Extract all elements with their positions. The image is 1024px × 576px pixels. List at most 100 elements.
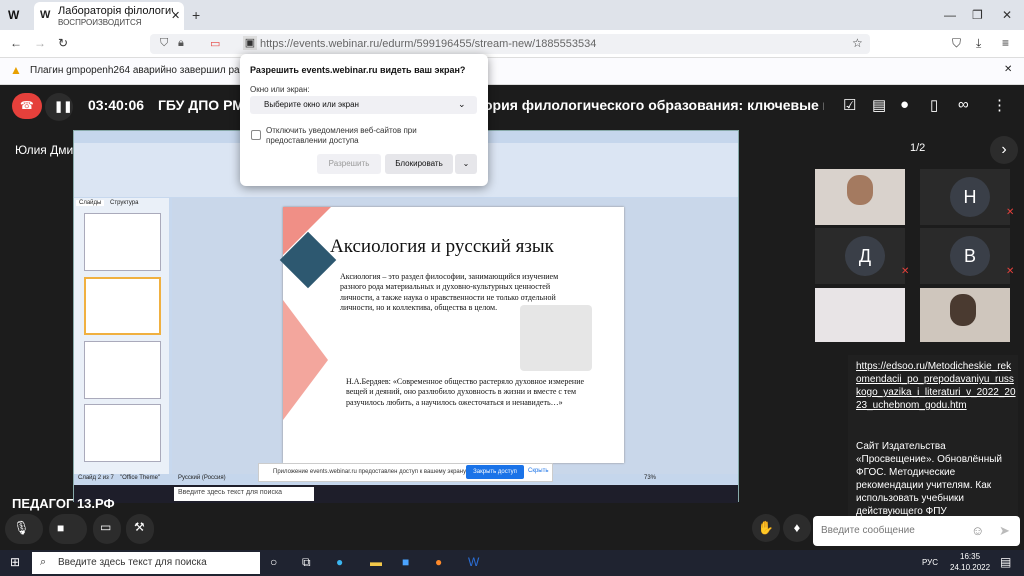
phone-icon: ☎ xyxy=(20,100,34,112)
next-page-button[interactable]: › xyxy=(990,136,1018,164)
back-icon[interactable]: ← xyxy=(10,36,22,50)
close-window-icon[interactable]: ✕ xyxy=(1002,8,1012,22)
person-face xyxy=(950,294,976,326)
settings-button[interactable]: ⚒ xyxy=(126,514,154,544)
participant-video[interactable] xyxy=(815,288,905,342)
participant-tile[interactable]: Д ✕ xyxy=(815,228,909,284)
participant-tile[interactable]: В ✕ xyxy=(920,228,1014,284)
more-icon[interactable]: ⋮ xyxy=(992,96,1007,114)
notification-center-icon[interactable]: ▤ xyxy=(1000,555,1011,569)
inner-search-box: Введите здесь текст для поиска xyxy=(174,487,314,501)
tab-title: Лабораторія філологическо xyxy=(58,5,173,17)
windows-start-icon[interactable]: ⊞ xyxy=(10,555,20,569)
url-text: https://events.webinar.ru/edurm/59919645… xyxy=(260,38,597,50)
session-timer: 03:40:06 xyxy=(88,97,145,113)
block-button[interactable]: Блокировать xyxy=(385,154,453,174)
send-icon[interactable]: ➤ xyxy=(999,523,1010,539)
person-face xyxy=(847,175,873,205)
end-call-button[interactable]: ☎ xyxy=(12,93,42,119)
edge-icon[interactable]: ● xyxy=(336,555,343,569)
slide-thumbnail[interactable] xyxy=(84,404,161,462)
warning-icon: ▲ xyxy=(10,63,22,77)
file-explorer-icon[interactable]: ▬ xyxy=(370,555,382,569)
taskbar-search-box[interactable]: ⌕ Введите здесь текст для поиска xyxy=(32,552,260,574)
participants-icon[interactable]: ● xyxy=(900,96,909,113)
close-tab-icon[interactable]: ✕ xyxy=(171,9,180,22)
pause-icon: ❚❚ xyxy=(54,101,73,113)
forward-icon[interactable]: → xyxy=(34,36,46,50)
browser-menu-icon[interactable]: W xyxy=(8,8,19,22)
new-tab-icon[interactable]: + xyxy=(192,7,200,23)
microphone-icon: 🎙︎ xyxy=(13,520,30,535)
pocket-icon[interactable]: ⛉ xyxy=(952,36,961,51)
raise-hand-button[interactable]: ✋ xyxy=(752,514,780,542)
menu-icon[interactable]: ≡ xyxy=(1002,36,1009,50)
block-options-button[interactable]: ⌄ xyxy=(455,154,477,174)
bookmark-star-icon[interactable]: ☆ xyxy=(852,36,863,50)
camera-blocked-icon[interactable]: ▭ xyxy=(210,37,220,50)
firefox-icon[interactable]: ● xyxy=(435,555,442,569)
tab-slides[interactable]: Слайды xyxy=(76,200,105,206)
slide-thumbnail-selected[interactable] xyxy=(84,277,161,335)
participant-video[interactable] xyxy=(920,288,1010,342)
chat-input-placeholder: Введите сообщение xyxy=(821,525,915,536)
participant-avatar: Д xyxy=(845,236,885,276)
chat-link[interactable]: https://edsoo.ru/Metodicheskie_rekomenda… xyxy=(856,360,1016,412)
browser-tab[interactable]: W Лабораторія філологическо ВОСПРОИЗВОДИ… xyxy=(34,2,184,30)
word-icon[interactable]: W xyxy=(468,555,479,569)
camera-button[interactable]: ■ xyxy=(49,514,87,544)
slide-quote: Н.А.Бердяев: «Современное общество расте… xyxy=(346,377,585,407)
minimize-icon[interactable]: — xyxy=(944,8,956,22)
tab-outline[interactable]: Структура xyxy=(110,200,138,206)
participant-tile[interactable]: Н ✕ xyxy=(920,169,1014,225)
share-notice-text: Приложение events.webinar.ru предоставле… xyxy=(273,469,468,475)
reload-icon[interactable]: ↻ xyxy=(58,36,68,50)
maximize-icon[interactable]: ❐ xyxy=(972,8,983,22)
close-notification-icon[interactable]: ✕ xyxy=(1004,64,1012,75)
mic-muted-icon: ✕ xyxy=(1006,207,1015,218)
slide-thumbnail[interactable] xyxy=(84,341,161,399)
keyboard-language[interactable]: РУС xyxy=(922,558,938,567)
downloads-icon[interactable]: ⤓ xyxy=(976,36,981,51)
participant-avatar: Н xyxy=(950,177,990,217)
window-select[interactable]: Выберите окно или экран ⌄ xyxy=(250,96,477,114)
mute-notifications-checkbox[interactable] xyxy=(251,130,261,140)
page-counter: 1/2 xyxy=(910,142,926,154)
task-view-icon[interactable]: ⧉ xyxy=(302,555,311,570)
chat-input[interactable]: Введите сообщение ☺ ➤ xyxy=(813,516,1020,546)
portrait-image xyxy=(520,305,592,371)
screen-share-icon[interactable]: ▣ xyxy=(243,36,257,50)
emoji-icon[interactable]: ☺ xyxy=(971,523,984,538)
allow-button[interactable]: Разрешить xyxy=(317,154,381,174)
chat-icon[interactable]: ▤ xyxy=(872,96,886,114)
chevron-down-icon: ⌄ xyxy=(458,99,466,109)
lock-icon[interactable]: 🔒︎ xyxy=(178,37,184,50)
shield-icon[interactable]: ⛉ xyxy=(160,37,168,50)
taskbar-search-placeholder: Введите здесь текст для поиска xyxy=(58,557,207,568)
status-language: Русский (Россия) xyxy=(178,475,226,481)
mic-button[interactable]: 🎙︎ xyxy=(5,514,43,544)
hide-share-button[interactable]: Скрыть xyxy=(528,468,548,474)
pause-button[interactable]: ❚❚ xyxy=(45,93,73,121)
sliders-icon: ⚒ xyxy=(134,520,145,534)
zoom-app-icon[interactable]: ■ xyxy=(402,555,409,569)
participant-video[interactable] xyxy=(815,169,905,225)
link-icon[interactable]: ∞ xyxy=(958,96,969,113)
mic-muted-icon: ✕ xyxy=(1006,266,1015,277)
slide-thumbnail[interactable] xyxy=(84,213,161,271)
cortana-icon[interactable]: ○ xyxy=(270,555,277,569)
webinar-title: ория филологического образования: ключев… xyxy=(484,97,824,113)
video-camera-icon: ■ xyxy=(57,521,65,535)
reactions-button[interactable]: ♦ xyxy=(783,514,811,542)
screen-share-button[interactable]: ▭ xyxy=(93,514,121,544)
document-icon[interactable]: ▯ xyxy=(930,96,938,114)
system-clock[interactable]: 16:35 24.10.2022 xyxy=(950,551,990,573)
checklist-icon[interactable]: ☑ xyxy=(843,96,856,114)
chat-message: Сайт Издательства «Просвещение». Обновлё… xyxy=(856,441,1002,517)
platform-label: ПЕДАГОГ 13.РФ xyxy=(12,496,115,511)
checkbox-label: Отключить уведомления веб-сайтов при пре… xyxy=(266,126,417,145)
window-select-value: Выберите окно или экран xyxy=(264,100,359,109)
slide-title: Аксиология и русский язык xyxy=(330,236,554,257)
stop-sharing-button[interactable]: Закрыть доступ xyxy=(466,465,524,479)
clock-time: 16:35 xyxy=(960,552,981,561)
